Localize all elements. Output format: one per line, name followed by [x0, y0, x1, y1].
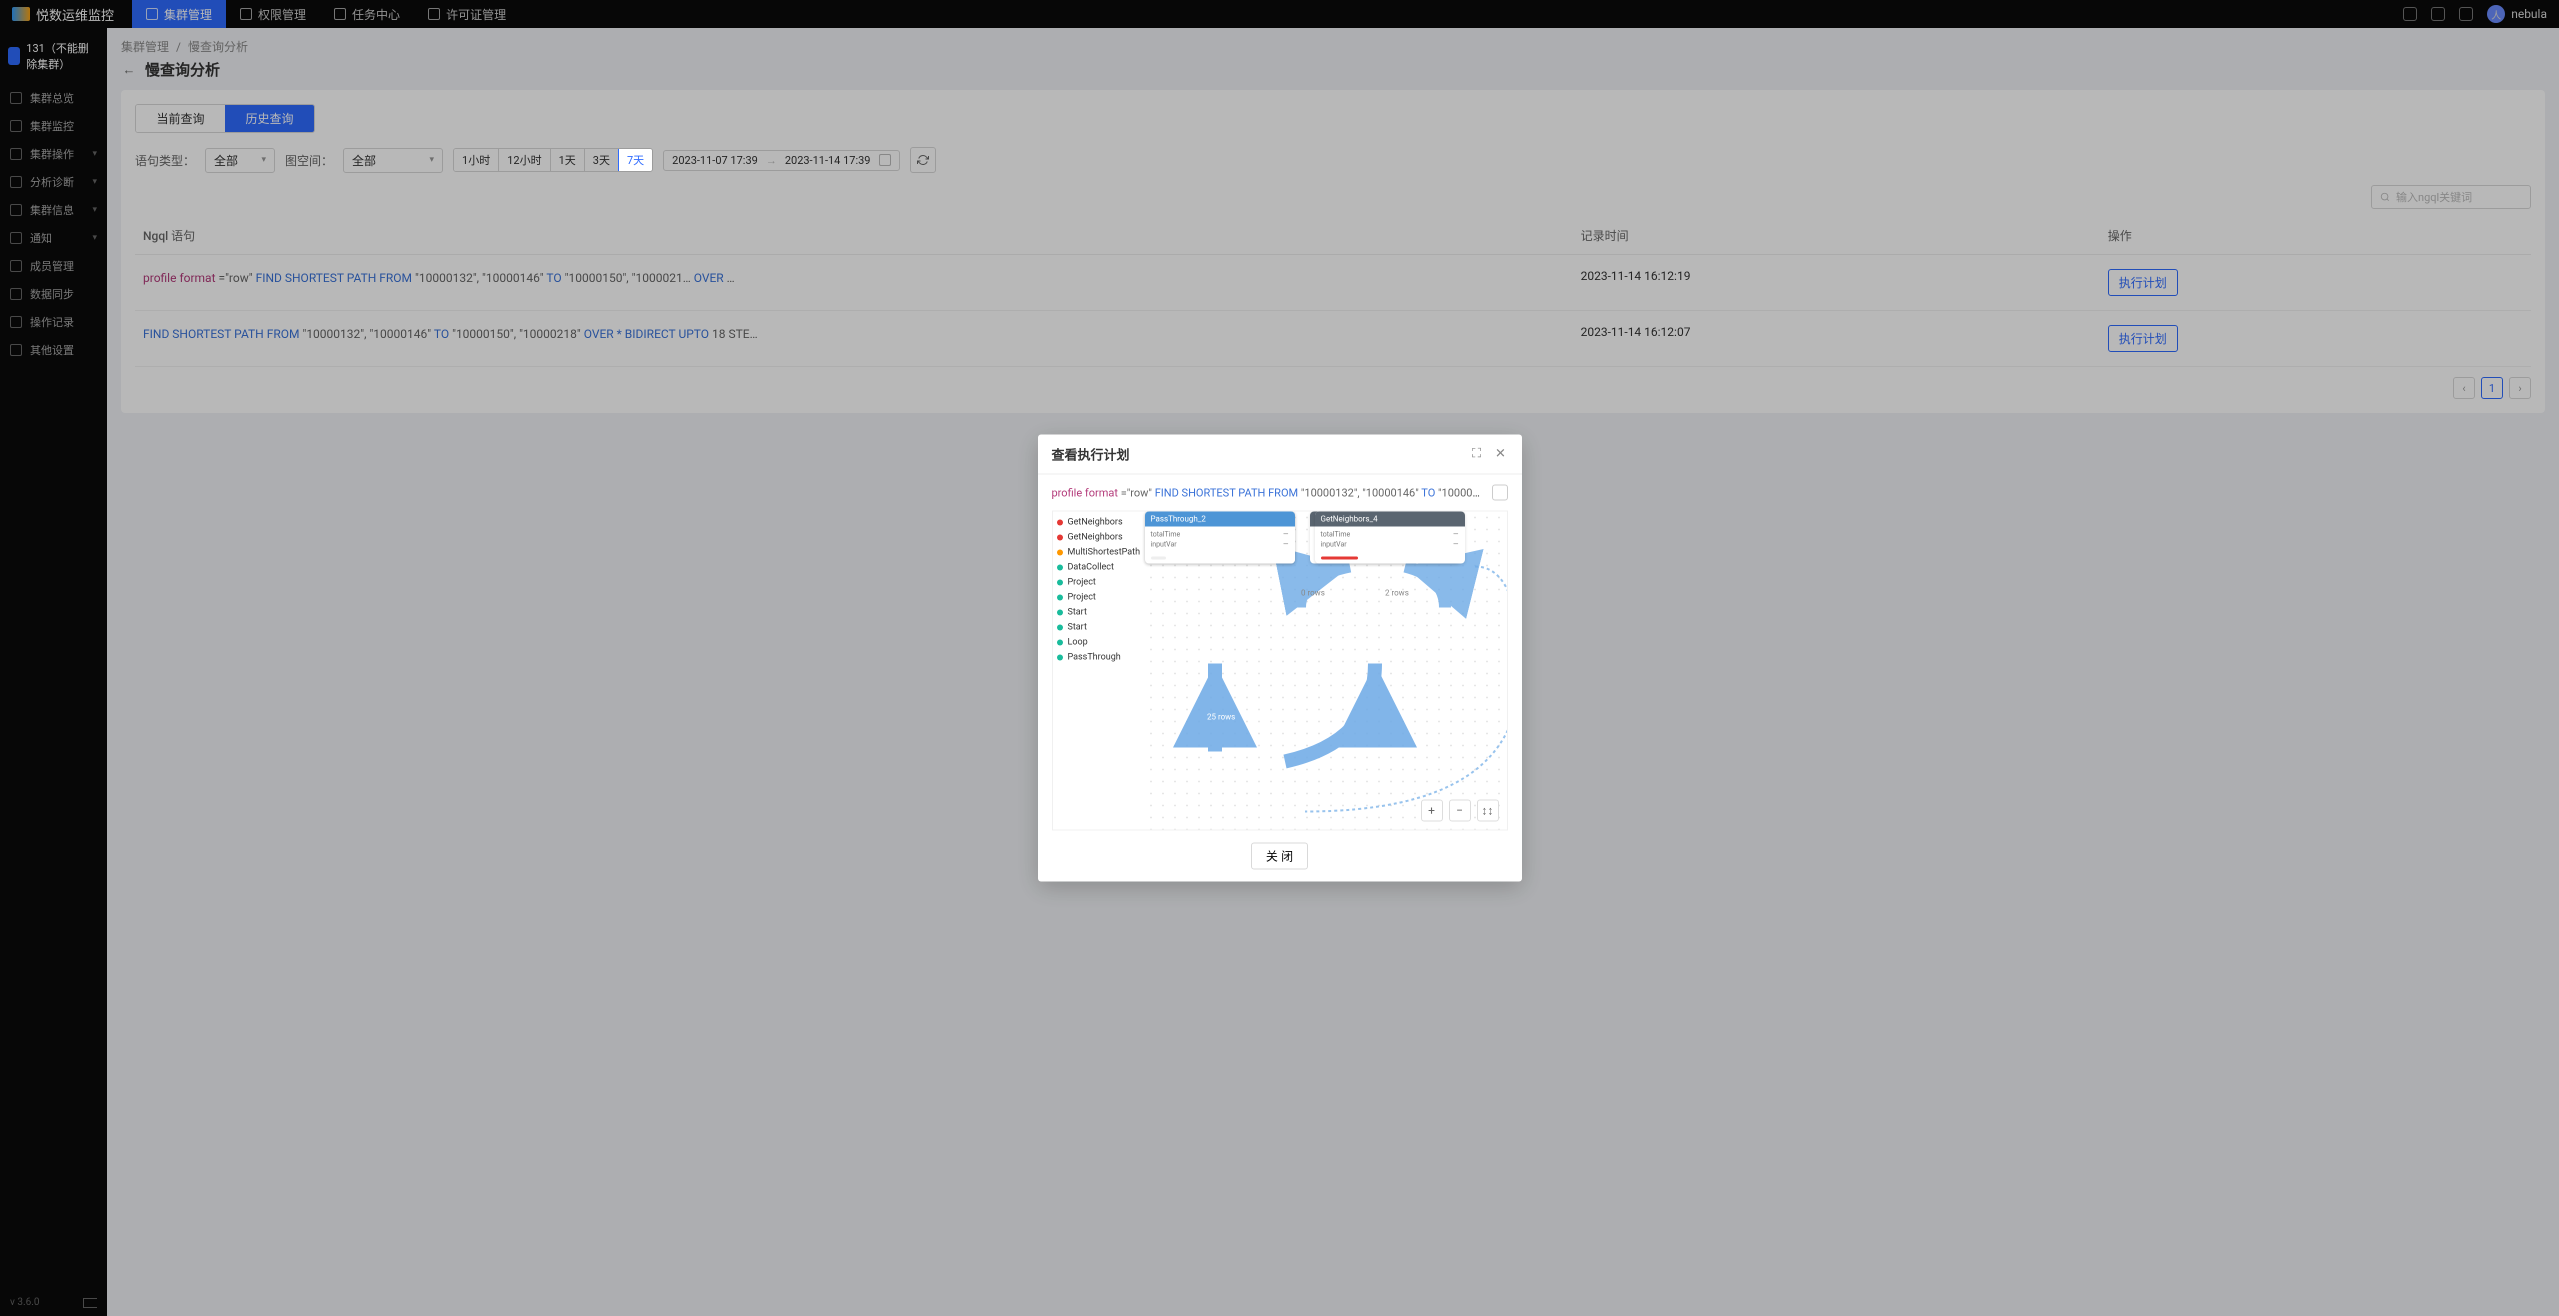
legend-item: Start	[1057, 623, 1141, 633]
legend-dot	[1057, 550, 1063, 556]
legend-label: Start	[1068, 608, 1087, 618]
node-title: GetNeighbors_4	[1315, 512, 1465, 527]
legend-dot	[1057, 640, 1063, 646]
close-icon[interactable]: ✕	[1494, 447, 1508, 461]
zoom-controls: + − ↕↕	[1421, 800, 1499, 822]
legend-item: DataCollect	[1057, 563, 1141, 573]
legend-item: Start	[1057, 608, 1141, 618]
svg-text:0 rows: 0 rows	[1301, 589, 1325, 598]
operator-legend: GetNeighbors GetNeighbors MultiShortestPat…	[1053, 512, 1145, 830]
modal-query: profile format ="row" FIND SHORTEST PATH…	[1052, 485, 1508, 501]
q-seg: profile format	[1052, 486, 1118, 499]
node-gn4[interactable]: GetNeighbors_4 totalTime—inputVar—	[1315, 512, 1465, 564]
q-seg: "10000150", "10000218"	[1438, 486, 1486, 499]
legend-label: Project	[1068, 593, 1096, 603]
legend-label: DataCollect	[1068, 563, 1114, 573]
q-seg: FIND SHORTEST PATH FROM	[1155, 486, 1298, 499]
modal-title: 查看执行计划	[1052, 445, 1130, 464]
legend-label: Start	[1068, 623, 1087, 633]
legend-dot	[1057, 595, 1063, 601]
legend-dot	[1057, 655, 1063, 661]
execution-plan-modal: 查看执行计划 ⛶ ✕ profile format ="row" FIND SH…	[1038, 435, 1522, 882]
fullscreen-icon[interactable]: ⛶	[1470, 447, 1484, 461]
svg-text:17 rows: 17 rows	[1293, 713, 1321, 722]
legend-dot	[1057, 520, 1063, 526]
svg-text:25 rows: 25 rows	[1207, 713, 1235, 722]
legend-item: MultiShortestPath	[1057, 548, 1141, 558]
range-btn[interactable]: 7天	[618, 148, 653, 172]
legend-label: GetNeighbors	[1068, 518, 1123, 528]
q-seg: TO	[1421, 486, 1435, 499]
modal-close-button[interactable]: 关 闭	[1251, 843, 1308, 870]
legend-item: Loop	[1057, 638, 1141, 648]
legend-dot	[1057, 565, 1063, 571]
legend-item: Project	[1057, 593, 1141, 603]
legend-dot	[1057, 535, 1063, 541]
legend-dot	[1057, 610, 1063, 616]
node-pt2[interactable]: PassThrough_2 totalTime—inputVar—	[1145, 512, 1295, 564]
legend-item: PassThrough	[1057, 653, 1141, 663]
legend-item: GetNeighbors	[1057, 518, 1141, 528]
legend-label: GetNeighbors	[1068, 533, 1123, 543]
legend-item: GetNeighbors	[1057, 533, 1141, 543]
legend-label: Loop	[1068, 638, 1088, 648]
legend-label: MultiShortestPath	[1068, 548, 1141, 558]
svg-text:2 rows: 2 rows	[1385, 589, 1409, 598]
plan-area: GetNeighbors GetNeighbors MultiShortestPat…	[1052, 511, 1508, 831]
legend-item: Project	[1057, 578, 1141, 588]
q-seg: ="row"	[1121, 486, 1152, 499]
legend-dot	[1057, 580, 1063, 586]
zoom-out[interactable]: −	[1449, 800, 1471, 822]
legend-label: Project	[1068, 578, 1096, 588]
q-seg: "10000132", "10000146"	[1301, 486, 1419, 499]
plan-graph[interactable]: 0 rows 2 rows 25 rows 17 rows MultiShort…	[1145, 512, 1507, 830]
zoom-fit[interactable]: ↕↕	[1477, 800, 1499, 822]
zoom-in[interactable]: +	[1421, 800, 1443, 822]
copy-button[interactable]	[1492, 485, 1508, 501]
legend-label: PassThrough	[1068, 653, 1121, 663]
legend-dot	[1057, 625, 1063, 631]
node-title: PassThrough_2	[1145, 512, 1295, 527]
